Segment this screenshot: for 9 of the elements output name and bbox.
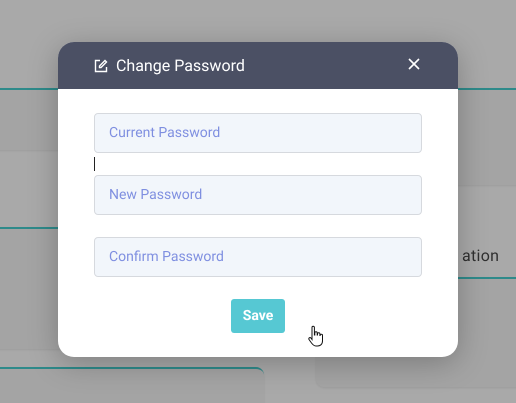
- dialog-title: Change Password: [116, 56, 246, 75]
- password-field[interactable]: Current Password: [94, 113, 422, 153]
- hand-cursor-icon: [308, 325, 324, 347]
- password-field[interactable]: Confirm Password: [94, 237, 422, 277]
- password-field[interactable]: New Password: [94, 175, 422, 215]
- save-button[interactable]: Save: [231, 299, 285, 333]
- text-caret: [94, 157, 95, 171]
- edit-icon: [94, 58, 108, 72]
- background-label: ation: [462, 246, 500, 265]
